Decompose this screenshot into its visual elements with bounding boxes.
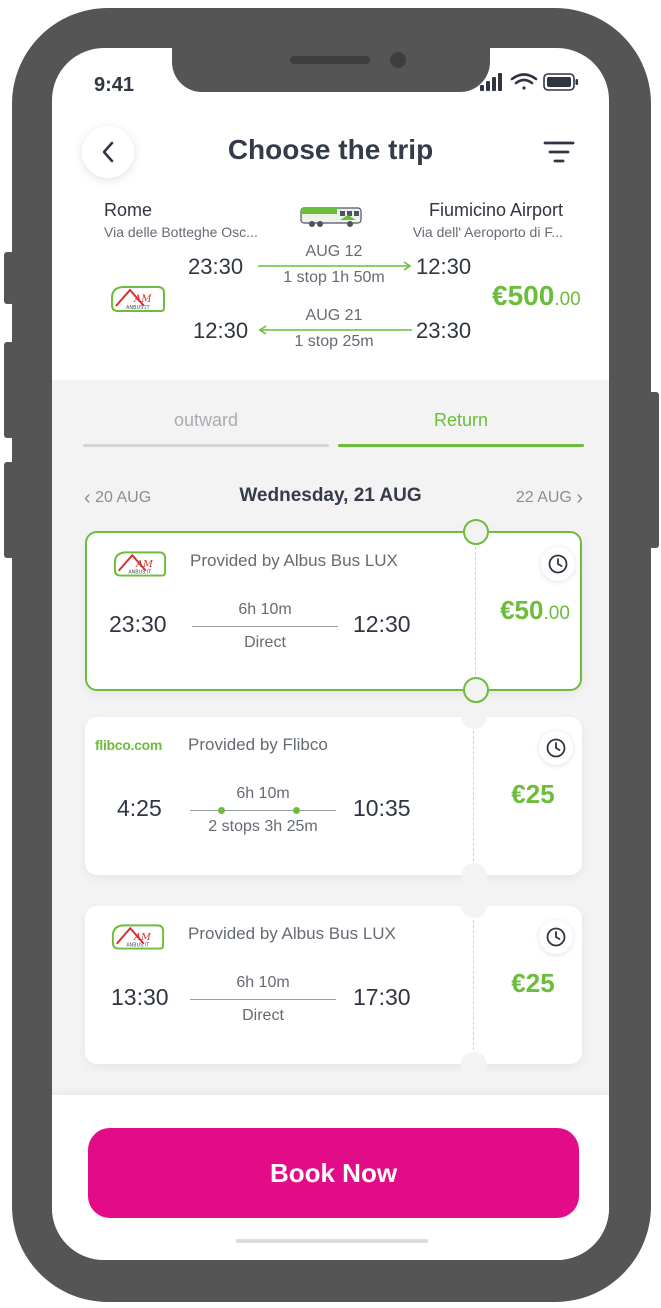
ticket-notch: [463, 519, 489, 545]
volume-up-button: [4, 342, 14, 438]
trip-price: €25: [485, 779, 581, 810]
clock-icon[interactable]: [541, 547, 575, 581]
total-price-cents: .00: [554, 289, 581, 310]
next-date-button[interactable]: 22 AUG ›: [516, 487, 583, 510]
mute-switch: [4, 252, 14, 304]
ticket-notch: [461, 863, 487, 889]
albus-logo: AM ANBUS.IT: [113, 551, 167, 577]
ticket-notch: [461, 1052, 487, 1078]
page-title: Choose the trip: [227, 134, 434, 165]
albus-logo: AM ANBUS.IT: [111, 924, 165, 950]
status-time: 9:41: [94, 74, 135, 96]
status-icons: [480, 73, 578, 91]
origin-street: Via delle Botteghe Osc...: [104, 224, 258, 240]
chevron-right-icon: ›: [576, 487, 583, 509]
inbound-depart-time: 12:30: [193, 318, 249, 343]
outbound-date: AUG 12: [305, 243, 363, 260]
route-destination: Fiumicino Airport Via dell' Aeroporto di…: [413, 200, 563, 240]
trip-price-cents: .00: [543, 603, 570, 624]
depart-time: 23:30: [109, 611, 167, 637]
ticket-notch: [463, 677, 489, 703]
provider-label: Provided by Flibco: [188, 735, 328, 754]
ticket-divider: [475, 547, 476, 675]
bus-icon: [300, 207, 362, 227]
ticket-notch: [461, 703, 487, 729]
duration: 6h 10m: [238, 601, 292, 618]
clock-icon-glyph: [548, 554, 568, 574]
albus-logo: AM ANBUS.IT: [111, 286, 165, 312]
outbound-stops: 1 stop 1h 50m: [283, 269, 385, 286]
outbound-depart-time: 23:30: [188, 254, 244, 279]
ticket-divider: [473, 731, 474, 861]
clock-icon-glyph: [546, 738, 566, 758]
speaker: [290, 56, 370, 64]
inbound-arrive-time: 23:30: [416, 318, 472, 343]
origin-city: Rome: [104, 200, 153, 220]
trip-price: €50.00: [487, 595, 583, 626]
flibco-logo: flibco.com: [95, 737, 163, 753]
ticket-notch: [461, 892, 487, 918]
inbound-stops: 1 stop 25m: [294, 333, 374, 350]
stops-label: Direct: [244, 634, 286, 651]
svg-text:ANBUS.IT: ANBUS.IT: [126, 305, 150, 311]
svg-text:AM: AM: [133, 932, 152, 943]
arrive-time: 17:30: [353, 984, 411, 1010]
duration: 6h 10m: [236, 785, 290, 802]
duration: 6h 10m: [236, 974, 290, 991]
battery-icon: [543, 73, 578, 91]
trip-price-main: €25: [511, 779, 555, 809]
trip-card[interactable]: AM ANBUS.IT Provided by Albus Bus LUX 23…: [85, 519, 583, 703]
next-date-label: 22 AUG: [515, 489, 572, 506]
clock-icon[interactable]: [539, 731, 573, 765]
clock-icon[interactable]: [539, 920, 573, 954]
screen: 9:41 Choose the trip Rome Via delle Bott…: [52, 48, 609, 1260]
svg-text:ANBUS.IT: ANBUS.IT: [126, 943, 149, 949]
arrive-time: 12:30: [353, 611, 411, 637]
depart-time: 4:25: [117, 795, 162, 821]
svg-text:AM: AM: [135, 559, 154, 570]
trip-price-main: €25: [511, 968, 555, 998]
stops-label: Direct: [242, 1007, 284, 1024]
duration-line: [190, 810, 336, 811]
depart-time: 13:30: [111, 984, 169, 1010]
tab-return[interactable]: Return: [338, 410, 584, 431]
svg-text:ANBUS.IT: ANBUS.IT: [128, 570, 151, 576]
tab-outward[interactable]: outward: [83, 410, 329, 431]
bottom-bar: Book Now: [52, 1095, 609, 1260]
wifi-icon: [510, 73, 538, 90]
total-price: €500.00: [492, 280, 581, 312]
volume-down-button: [4, 462, 14, 558]
stop-dot: [218, 807, 225, 814]
camera: [390, 52, 406, 68]
power-button: [649, 392, 659, 548]
duration-line: [192, 626, 338, 627]
provider-label: Provided by Albus Bus LUX: [188, 924, 396, 943]
duration-line: [190, 999, 336, 1000]
tab-return-underline: [338, 444, 584, 447]
provider-label: Provided by Albus Bus LUX: [190, 551, 398, 570]
clock-icon-glyph: [546, 927, 566, 947]
book-now-button[interactable]: Book Now: [88, 1128, 579, 1218]
arrive-time: 10:35: [353, 795, 411, 821]
ticket-divider: [473, 920, 474, 1050]
inbound-date: AUG 21: [305, 307, 363, 324]
trip-price-main: €50: [500, 595, 544, 625]
outbound-arrive-time: 12:30: [416, 254, 472, 279]
trip-card[interactable]: AM ANBUS.IT Provided by Albus Bus LUX 13…: [85, 892, 582, 1078]
notch: [172, 48, 490, 92]
filter-icon[interactable]: [542, 138, 576, 166]
tab-outward-underline: [83, 444, 329, 447]
trip-card[interactable]: flibco.com Provided by Flibco 4:25 6h 10…: [85, 703, 582, 889]
trip-price: €25: [485, 968, 581, 999]
stop-dot: [293, 807, 300, 814]
total-price-main: €500: [492, 280, 555, 311]
destination-street: Via dell' Aeroporto di F...: [412, 224, 563, 240]
home-indicator: [236, 1239, 428, 1243]
route-origin: Rome Via delle Botteghe Osc...: [104, 200, 258, 240]
signal-icon: [480, 73, 502, 91]
destination-city: Fiumicino Airport: [428, 200, 563, 220]
stops-label: 2 stops 3h 25m: [208, 818, 318, 835]
svg-text:AM: AM: [133, 294, 152, 305]
